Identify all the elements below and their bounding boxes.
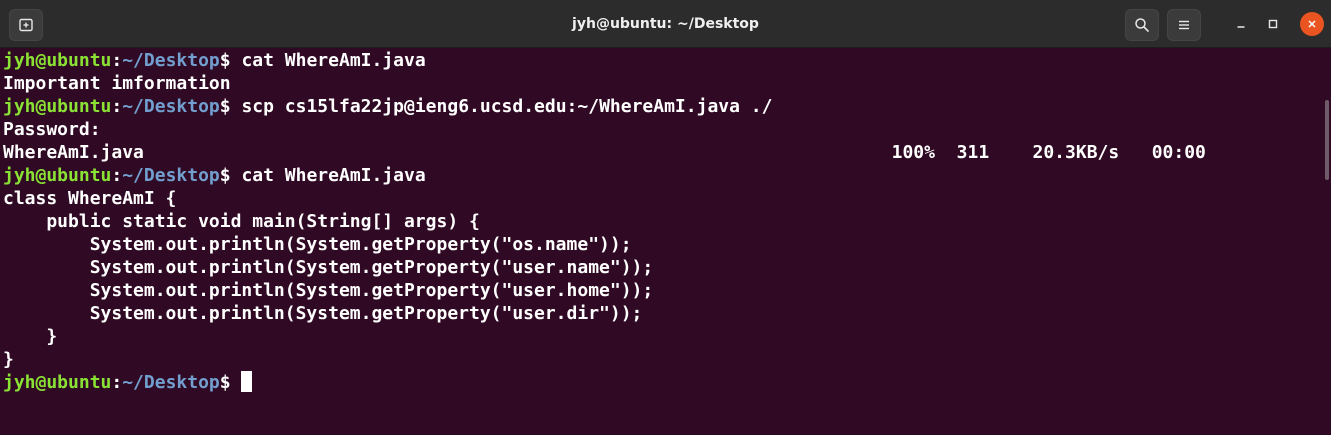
prompt-symbol: $ [219,96,242,117]
prompt-symbol: $ [219,50,242,71]
prompt-symbol: $ [219,372,242,393]
search-icon [1135,18,1149,32]
command-text: cat WhereAmI.java [241,50,426,71]
prompt-colon: : [111,165,123,186]
prompt-path: ~/Desktop [122,372,220,393]
prompt-line: jyh@ubuntu:~/Desktop$ cat WhereAmI.java [3,164,426,187]
menu-button[interactable] [1167,9,1201,41]
prompt-symbol: $ [219,165,242,186]
maximize-icon [1268,19,1278,29]
prompt-line: jyh@ubuntu:~/Desktop$ scp cs15lfa22jp@ie… [3,95,772,118]
minimize-icon [1237,26,1245,28]
prompt-colon: : [111,96,123,117]
close-button[interactable] [1300,12,1324,36]
search-button[interactable] [1125,9,1159,41]
output-line: } [3,326,58,347]
terminal-window: jyh@ubuntu: ~/Desktop jyh@ubuntu:~/Deskt… [0,0,1331,435]
minimize-button[interactable] [1229,12,1253,36]
command-text: cat WhereAmI.java [241,165,426,186]
output-line: class WhereAmI { [3,188,177,209]
output-line: System.out.println(System.getProperty("o… [3,234,632,255]
prompt-line: jyh@ubuntu:~/Desktop$ [3,371,253,394]
prompt-user: jyh@ubuntu [3,96,112,117]
output-line: public static void main(String[] args) { [3,211,480,232]
output-line: System.out.println(System.getProperty("u… [3,280,654,301]
scrollbar[interactable] [1325,100,1329,180]
prompt-user: jyh@ubuntu [3,165,112,186]
output-line: WhereAmI.java 100% 311 20.3KB/s 00:00 [3,142,1206,163]
output-line: Important imformation [3,73,231,94]
maximize-button[interactable] [1261,12,1285,36]
hamburger-menu-icon [1179,20,1189,30]
output-line: } [3,349,14,370]
prompt-colon: : [111,50,123,71]
prompt-path: ~/Desktop [122,96,220,117]
output-line: System.out.println(System.getProperty("u… [3,257,654,278]
prompt-path: ~/Desktop [122,165,220,186]
command-text: scp cs15lfa22jp@ieng6.ucsd.edu:~/WhereAm… [241,96,773,117]
prompt-colon: : [111,372,123,393]
terminal-area[interactable]: jyh@ubuntu:~/Desktop$ cat WhereAmI.java I… [0,48,1331,435]
prompt-line: jyh@ubuntu:~/Desktop$ cat WhereAmI.java [3,49,426,72]
close-icon [1308,20,1316,28]
title-bar[interactable]: jyh@ubuntu: ~/Desktop [0,0,1331,48]
prompt-user: jyh@ubuntu [3,50,112,71]
text-cursor [241,371,253,392]
output-line: System.out.println(System.getProperty("u… [3,303,643,324]
prompt-user: jyh@ubuntu [3,372,112,393]
prompt-path: ~/Desktop [122,50,220,71]
output-line: Password: [3,119,112,140]
